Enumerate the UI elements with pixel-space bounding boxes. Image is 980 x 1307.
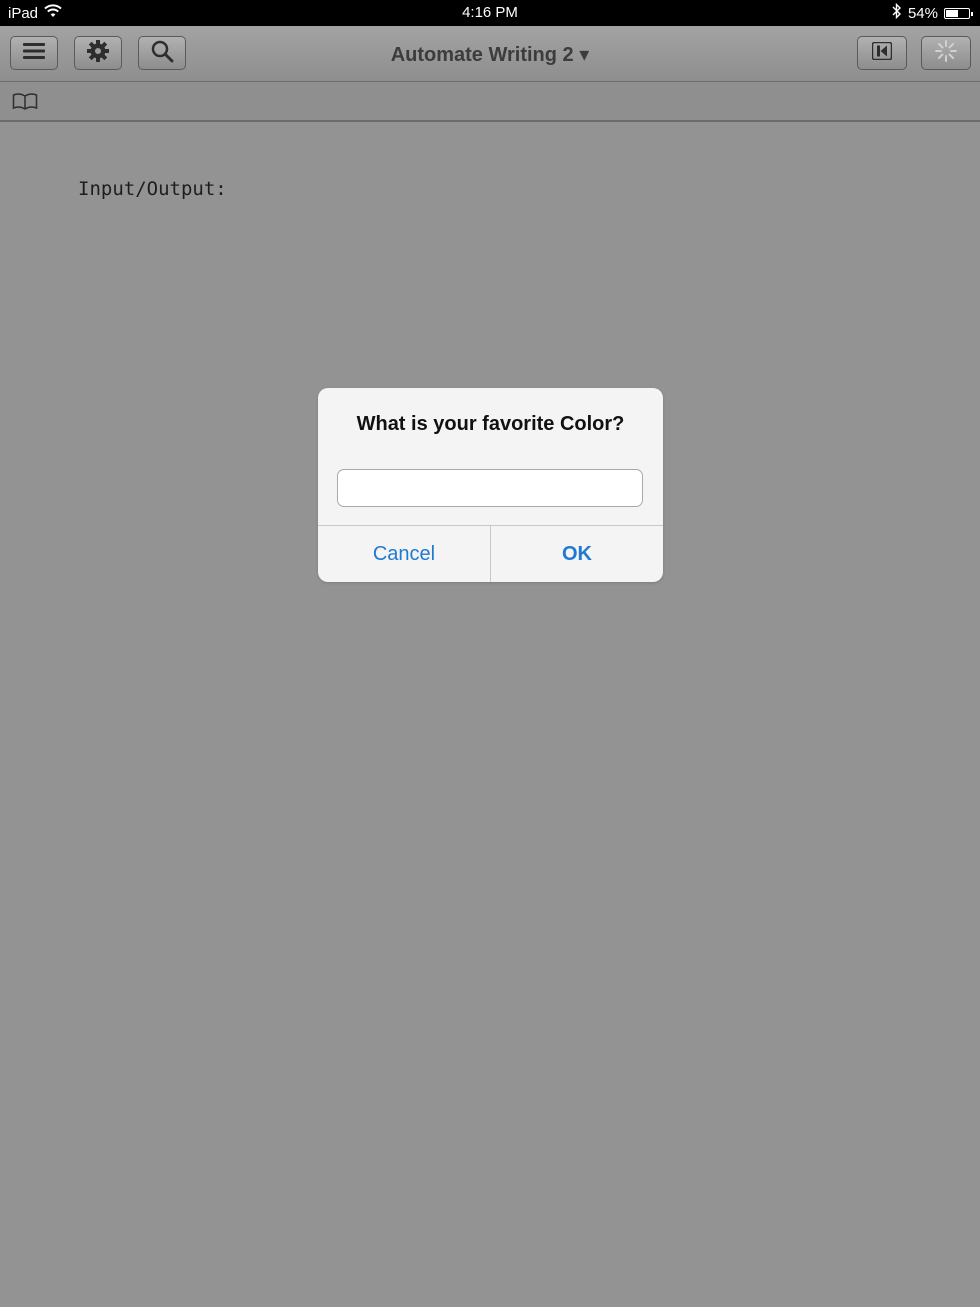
status-right: 54% bbox=[892, 2, 973, 23]
battery-percent: 54% bbox=[907, 4, 938, 22]
dialog-button-row: Cancel OK bbox=[318, 525, 663, 582]
cancel-button[interactable]: Cancel bbox=[318, 526, 491, 582]
bluetooth-icon bbox=[892, 2, 902, 23]
activity-spinner-icon bbox=[934, 39, 958, 68]
book-icon[interactable] bbox=[12, 92, 38, 115]
ok-button[interactable]: OK bbox=[491, 526, 663, 582]
skip-to-start-icon bbox=[871, 41, 893, 65]
prompt-dialog: What is your favorite Color? Cancel OK bbox=[318, 388, 663, 582]
dialog-text-input[interactable] bbox=[337, 469, 643, 507]
secondary-toolbar bbox=[0, 82, 980, 122]
status-bar: iPad 4:16 PM 54% bbox=[0, 0, 980, 26]
dialog-title: What is your favorite Color? bbox=[356, 413, 625, 435]
activity-button[interactable] bbox=[921, 36, 971, 70]
io-label: Input/Output: bbox=[78, 178, 227, 200]
battery-icon bbox=[944, 7, 973, 19]
battery-level-fill bbox=[946, 9, 958, 17]
skip-to-start-button[interactable] bbox=[857, 36, 907, 70]
document-title-dropdown[interactable]: Automate Writing 2 ▾ bbox=[0, 42, 980, 67]
status-time: 4:16 PM bbox=[462, 4, 518, 21]
app-screen: iPad 4:16 PM 54% Automate Writing 2 ▾ In… bbox=[0, 0, 980, 1307]
toolbar: Automate Writing 2 ▾ bbox=[0, 26, 980, 82]
